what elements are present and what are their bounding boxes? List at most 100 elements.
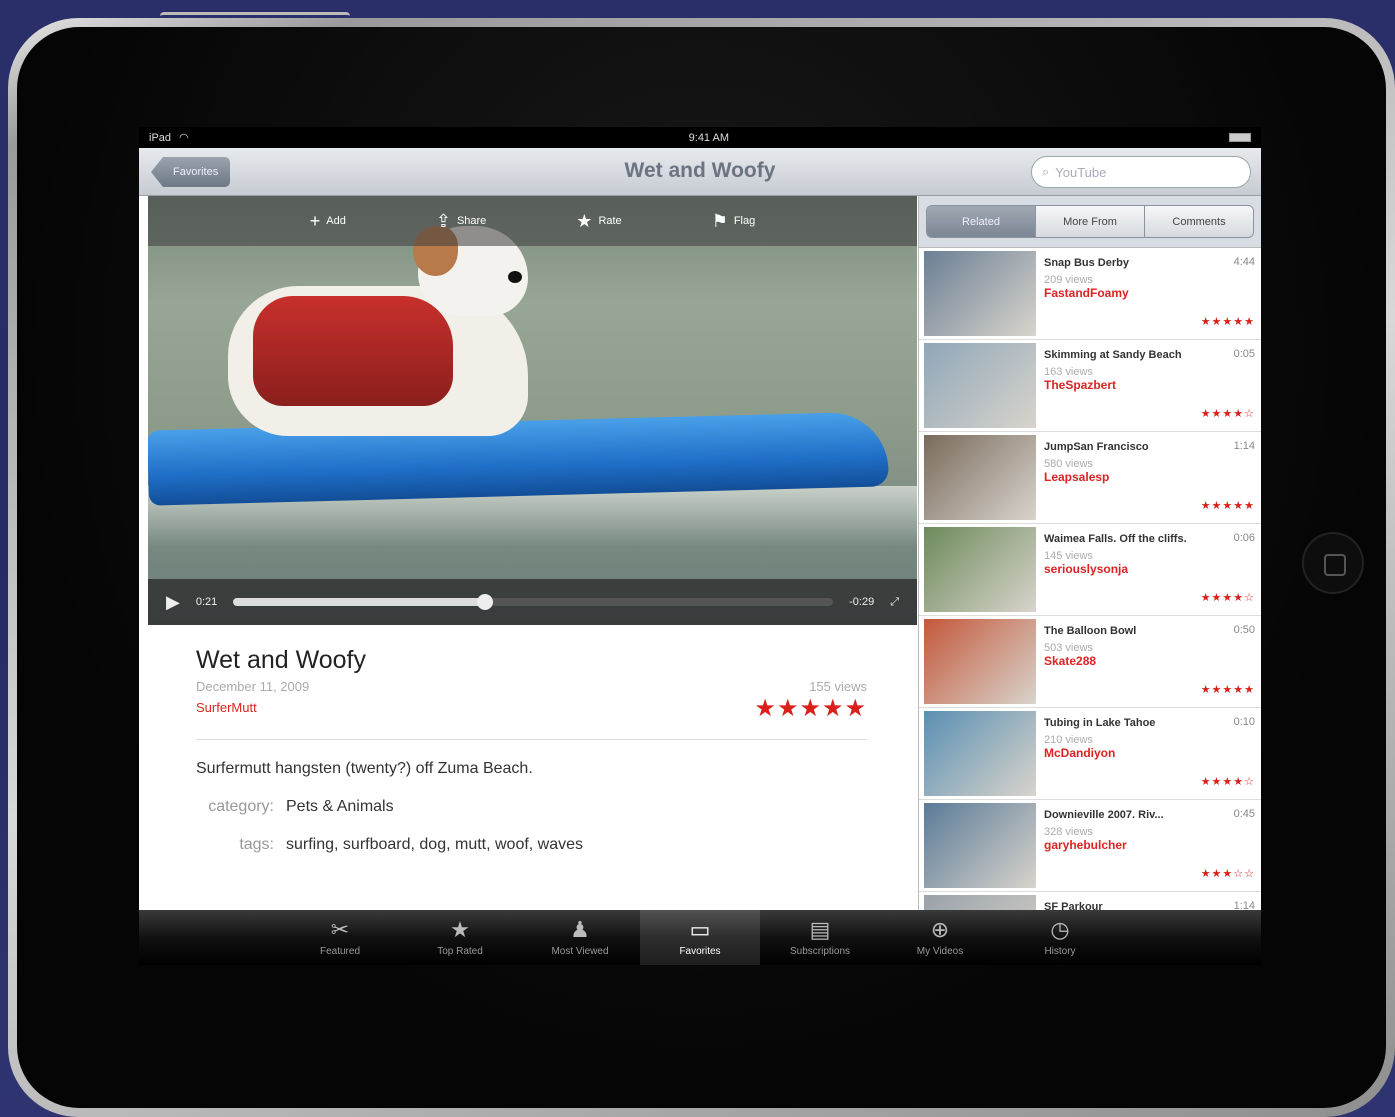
related-views: 503 views: [1044, 642, 1093, 654]
rate-button[interactable]: ★ Rate: [576, 211, 621, 232]
related-video-item[interactable]: SF Parkour 1:14: [919, 892, 1261, 910]
flag-icon: ⚑: [711, 210, 728, 231]
tab-history[interactable]: ◷ History: [1000, 910, 1120, 965]
video-title: Wet and Woofy: [196, 646, 366, 674]
search-placeholder: YouTube: [1055, 164, 1107, 180]
screen: iPad ◠ 9:41 AM Favorites Wet and Woofy ⌕…: [139, 127, 1261, 965]
my-videos-icon: ⊕: [930, 917, 950, 942]
related-video-text: Waimea Falls. Off the cliffs. 0:06 145 vie…: [1036, 527, 1255, 612]
share-button[interactable]: ⇪ Share: [436, 211, 486, 232]
related-user: FastandFoamy: [1044, 286, 1129, 300]
featured-icon: ✂: [330, 917, 350, 942]
related-duration: 0:45: [1233, 808, 1255, 820]
dog-life-vest: [253, 296, 453, 406]
video-info: Wet and Woofy December 11, 2009 SurferMu…: [196, 646, 867, 854]
category-row: category: Pets & Animals: [196, 798, 867, 816]
segmented-control: Related More From Comments: [926, 205, 1254, 238]
home-button[interactable]: [1302, 532, 1364, 594]
tab-most-viewed[interactable]: ♟ Most Viewed: [520, 910, 640, 965]
scrubber-thumb[interactable]: [477, 594, 494, 610]
related-duration: 1:14: [1233, 900, 1255, 910]
segment-more-from[interactable]: More From: [1036, 206, 1145, 237]
main-content: + Add ⇪ Share ★ Rate ⚑ Flag ▶ 0:21 -0:29…: [139, 196, 1261, 910]
most-viewed-icon: ♟: [570, 917, 590, 942]
video-thumbnail[interactable]: [924, 711, 1036, 796]
related-video-text: SF Parkour 1:14: [1036, 895, 1255, 910]
related-title: Snap Bus Derby: [1044, 257, 1129, 269]
related-video-item[interactable]: Snap Bus Derby 4:44 209 views FastandFoamy ★…: [919, 248, 1261, 340]
tags-row: tags: surfing, surfboard, dog, mutt, woo…: [196, 836, 867, 854]
related-user: Skate288: [1044, 654, 1097, 668]
tab-top-rated[interactable]: ★ Top Rated: [400, 910, 520, 965]
related-video-item[interactable]: Skimming at Sandy Beach 0:05 163 views TheS…: [919, 340, 1261, 432]
related-views: 210 views: [1044, 734, 1093, 746]
remaining-time: -0:29: [849, 596, 875, 608]
segmented-control-bar: Related More From Comments: [919, 196, 1261, 248]
video-player[interactable]: + Add ⇪ Share ★ Rate ⚑ Flag ▶ 0:21 -0:29…: [148, 196, 917, 625]
video-rating-stars: ★★★★★: [754, 695, 867, 722]
favorites-icon: ▭: [689, 917, 711, 942]
tab-favorites[interactable]: ▭ Favorites: [640, 910, 760, 965]
related-title: Tubing in Lake Tahoe: [1044, 717, 1156, 729]
tab-label: Favorites: [679, 946, 721, 957]
related-video-item[interactable]: Waimea Falls. Off the cliffs. 0:06 145 vie…: [919, 524, 1261, 616]
tab-subscriptions[interactable]: ▤ Subscriptions: [760, 910, 880, 965]
segment-related[interactable]: Related: [927, 206, 1036, 237]
tab-label: Top Rated: [437, 946, 483, 957]
related-video-item[interactable]: Tubing in Lake Tahoe 0:10 210 views McDandi…: [919, 708, 1261, 800]
search-icon: ⌕: [1042, 164, 1050, 179]
video-thumbnail[interactable]: [924, 251, 1036, 336]
related-video-text: The Balloon Bowl 0:50 503 views Skate288 ★★★…: [1036, 619, 1255, 704]
related-views: 580 views: [1044, 458, 1093, 470]
top-rated-icon: ★: [450, 917, 470, 942]
tab-featured[interactable]: ✂ Featured: [280, 910, 400, 965]
tab-label: Most Viewed: [551, 946, 609, 957]
video-description: Surfermutt hangsten (twenty?) off Zuma B…: [196, 760, 533, 777]
tags-value: surfing, surfboard, dog, mutt, woof, wav…: [286, 836, 584, 853]
related-rating-stars: ★★★★★: [1200, 316, 1255, 328]
status-bar: iPad ◠ 9:41 AM: [139, 127, 1261, 148]
video-thumbnail[interactable]: [924, 343, 1036, 428]
video-pane: + Add ⇪ Share ★ Rate ⚑ Flag ▶ 0:21 -0:29…: [148, 196, 917, 910]
related-title: Waimea Falls. Off the cliffs.: [1044, 533, 1187, 545]
tab-label: History: [1044, 946, 1076, 957]
video-views: 155 views: [809, 679, 867, 694]
wifi-icon: ◠: [179, 132, 189, 144]
tab-my-videos[interactable]: ⊕ My Videos: [880, 910, 1000, 965]
related-video-item[interactable]: JumpSan Francisco 1:14 580 views Leapsalesp…: [919, 432, 1261, 524]
video-thumbnail[interactable]: [924, 619, 1036, 704]
fullscreen-icon[interactable]: ⤢: [890, 596, 899, 609]
related-video-item[interactable]: The Balloon Bowl 0:50 503 views Skate288 ★★★…: [919, 616, 1261, 708]
subscriptions-icon: ▤: [809, 917, 831, 942]
related-video-text: JumpSan Francisco 1:14 580 views Leapsalesp…: [1036, 435, 1255, 520]
play-icon[interactable]: ▶: [166, 592, 180, 613]
segment-comments[interactable]: Comments: [1145, 206, 1253, 237]
video-controls: ▶ 0:21 -0:29 ⤢: [148, 579, 917, 625]
related-user: seriouslysonja: [1044, 562, 1129, 576]
video-author[interactable]: SurferMutt: [196, 700, 309, 715]
related-rating-stars: ★★★★★: [1200, 684, 1255, 696]
related-duration: 0:10: [1233, 716, 1255, 728]
related-video-item[interactable]: Downieville 2007. Riv... 0:45 328 views gar…: [919, 800, 1261, 892]
video-thumbnail[interactable]: [924, 527, 1036, 612]
video-thumbnail[interactable]: [924, 435, 1036, 520]
flag-button[interactable]: ⚑ Flag: [712, 211, 756, 232]
star-icon: ★: [576, 210, 593, 231]
tab-label: Featured: [319, 946, 361, 957]
video-thumbnail[interactable]: [924, 895, 1036, 910]
related-rating-stars: ★★★★☆: [1200, 592, 1255, 604]
search-field[interactable]: ⌕ YouTube: [1031, 156, 1251, 188]
elapsed-time: 0:21: [195, 596, 218, 608]
related-views: 209 views: [1044, 274, 1093, 286]
battery-icon: [1229, 133, 1251, 142]
history-icon: ◷: [1050, 917, 1070, 942]
video-toolbar: + Add ⇪ Share ★ Rate ⚑ Flag: [148, 196, 917, 246]
related-video-text: Snap Bus Derby 4:44 209 views FastandFoamy ★…: [1036, 251, 1255, 336]
add-button[interactable]: + Add: [310, 211, 346, 232]
related-pane: Related More From Comments Snap Bus Derby 4…: [918, 196, 1261, 910]
related-list: Snap Bus Derby 4:44 209 views FastandFoamy ★…: [919, 248, 1261, 910]
related-rating-stars: ★★★★☆: [1200, 776, 1255, 788]
progress-scrubber[interactable]: [233, 594, 834, 610]
video-thumbnail[interactable]: [924, 803, 1036, 888]
related-user: TheSpazbert: [1044, 378, 1117, 392]
